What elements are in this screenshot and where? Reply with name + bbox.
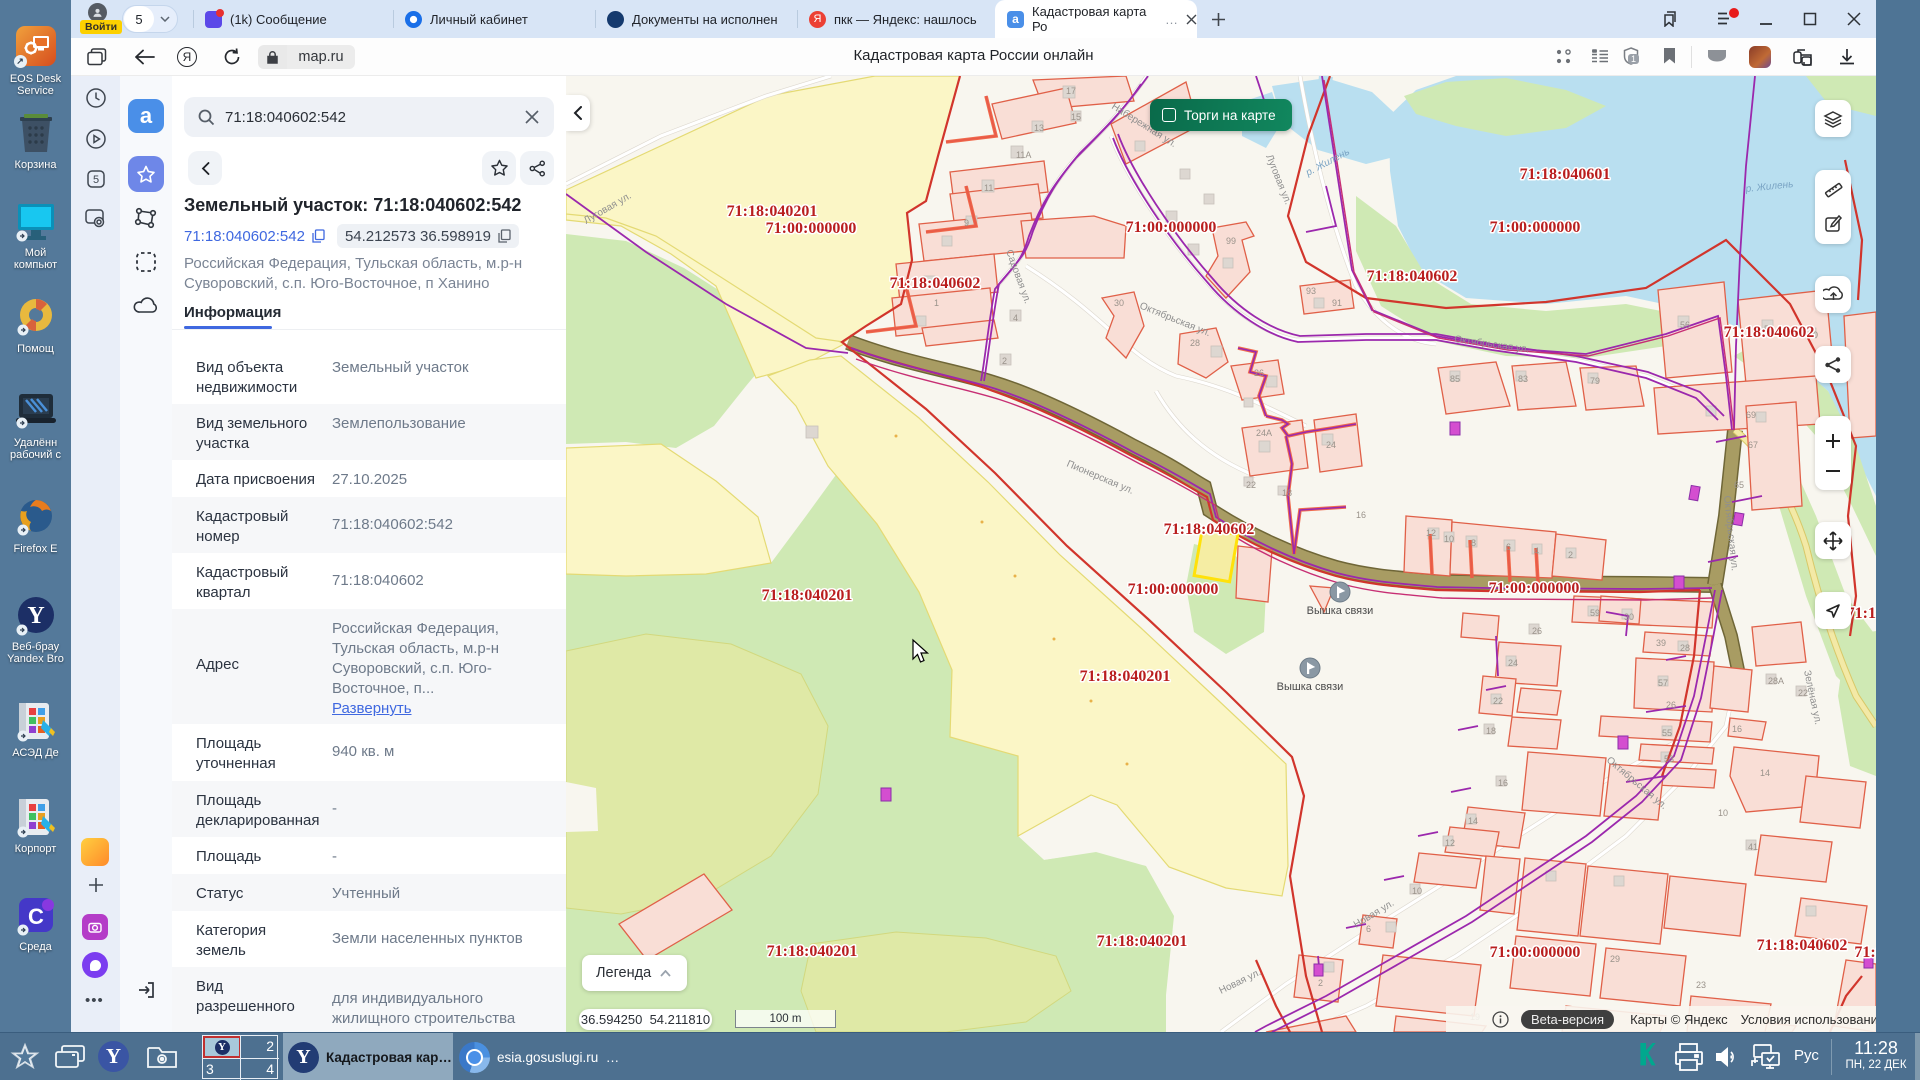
svg-text:1: 1 — [934, 298, 939, 308]
svg-text:26: 26 — [1666, 700, 1676, 710]
svg-text:53: 53 — [1664, 754, 1674, 764]
svg-text:16: 16 — [1356, 510, 1366, 520]
svg-text:55: 55 — [1662, 728, 1672, 738]
svg-text:71:00:000000: 71:00:000000 — [1490, 944, 1581, 961]
svg-text:10: 10 — [1718, 808, 1728, 818]
svg-text:18: 18 — [1486, 726, 1496, 736]
svg-text:69: 69 — [1746, 410, 1756, 420]
svg-text:22: 22 — [1798, 688, 1808, 698]
svg-text:71:00:000000: 71:00:000000 — [1128, 581, 1219, 598]
svg-text:26: 26 — [1532, 626, 1542, 636]
svg-text:71:18:040602: 71:18:040602 — [890, 275, 981, 292]
svg-text:93: 93 — [1306, 286, 1316, 296]
svg-text:28: 28 — [1190, 338, 1200, 348]
svg-text:17: 17 — [1066, 86, 1076, 96]
svg-text:13: 13 — [1034, 123, 1044, 133]
svg-text:67: 67 — [1748, 440, 1758, 450]
svg-text:22: 22 — [1246, 480, 1256, 490]
svg-text:14: 14 — [1468, 816, 1478, 826]
svg-text:Y: Y — [27, 603, 44, 629]
svg-text:71:18:040201: 71:18:040201 — [767, 943, 858, 960]
svg-text:71:18:040602: 71:18:040602 — [1724, 324, 1815, 341]
svg-text:71:00:000000: 71:00:000000 — [1126, 219, 1217, 236]
svg-text:71:18:040602: 71:18:040602 — [1757, 937, 1848, 954]
svg-text:4: 4 — [1534, 546, 1539, 556]
svg-text:2: 2 — [1318, 978, 1323, 988]
svg-text:6: 6 — [1366, 924, 1371, 934]
svg-text:71:18:040601: 71:18:040601 — [1520, 166, 1611, 183]
svg-text:12: 12 — [1426, 528, 1436, 538]
svg-text:5: 5 — [93, 174, 99, 186]
svg-text:85: 85 — [1450, 374, 1460, 384]
svg-text:71:18:040201: 71:18:040201 — [762, 587, 853, 604]
svg-text:9: 9 — [964, 218, 969, 228]
svg-text:11: 11 — [984, 183, 993, 193]
svg-text:2: 2 — [1568, 550, 1573, 560]
svg-text:71:18:040201: 71:18:040201 — [727, 203, 818, 220]
svg-text:28: 28 — [1680, 643, 1690, 653]
svg-text:71:00:000000: 71:00:000000 — [766, 220, 857, 237]
svg-text:26: 26 — [1254, 368, 1264, 378]
svg-text:4: 4 — [1013, 313, 1018, 323]
svg-text:12: 12 — [1445, 838, 1455, 848]
svg-text:91: 91 — [1332, 298, 1342, 308]
svg-text:10: 10 — [1412, 886, 1422, 896]
svg-text:30: 30 — [1624, 612, 1634, 622]
svg-text:56: 56 — [1680, 320, 1690, 330]
svg-text:С: С — [28, 904, 44, 929]
svg-text:8: 8 — [1471, 538, 1476, 548]
svg-text:71:18:: 71:18: — [1847, 605, 1876, 622]
svg-text:18: 18 — [1282, 488, 1292, 498]
svg-text:Вышка связи: Вышка связи — [1277, 681, 1344, 693]
svg-text:14: 14 — [1760, 768, 1770, 778]
svg-text:39: 39 — [1656, 638, 1666, 648]
svg-text:71:00:000000: 71:00:000000 — [1489, 580, 1580, 597]
svg-text:83: 83 — [1518, 374, 1528, 384]
svg-text:59: 59 — [1590, 608, 1600, 618]
svg-text:29: 29 — [1610, 954, 1620, 964]
svg-text:71:00:000000: 71:00:000000 — [1490, 219, 1581, 236]
svg-text:22: 22 — [1493, 696, 1503, 706]
svg-text:10: 10 — [1444, 534, 1454, 544]
svg-text:71:18:040201: 71:18:040201 — [1097, 933, 1188, 950]
svg-text:24: 24 — [1508, 658, 1518, 668]
svg-text:6: 6 — [1506, 542, 1511, 552]
svg-text:16: 16 — [1732, 724, 1742, 734]
svg-text:2: 2 — [1002, 356, 1007, 366]
svg-text:99: 99 — [1226, 236, 1236, 246]
svg-text:57: 57 — [1658, 678, 1668, 688]
svg-text:16: 16 — [1498, 778, 1508, 788]
svg-text:11А: 11А — [1016, 150, 1031, 160]
svg-text:79: 79 — [1590, 376, 1600, 386]
svg-text:71:18:040602: 71:18:040602 — [1164, 521, 1255, 538]
svg-text:28А: 28А — [1768, 676, 1784, 686]
svg-text:71:0: 71:0 — [1854, 944, 1876, 961]
svg-text:41: 41 — [1748, 842, 1758, 852]
svg-text:Вышка связи: Вышка связи — [1307, 605, 1374, 617]
svg-text:24А: 24А — [1256, 428, 1272, 438]
svg-text:23: 23 — [1696, 980, 1706, 990]
svg-text:71:18:040201: 71:18:040201 — [1080, 668, 1171, 685]
svg-text:15: 15 — [1071, 112, 1081, 122]
svg-text:24: 24 — [1326, 440, 1336, 450]
svg-text:30: 30 — [1114, 298, 1124, 308]
svg-text:65: 65 — [1734, 480, 1744, 490]
svg-text:71:18:040602: 71:18:040602 — [1367, 268, 1458, 285]
